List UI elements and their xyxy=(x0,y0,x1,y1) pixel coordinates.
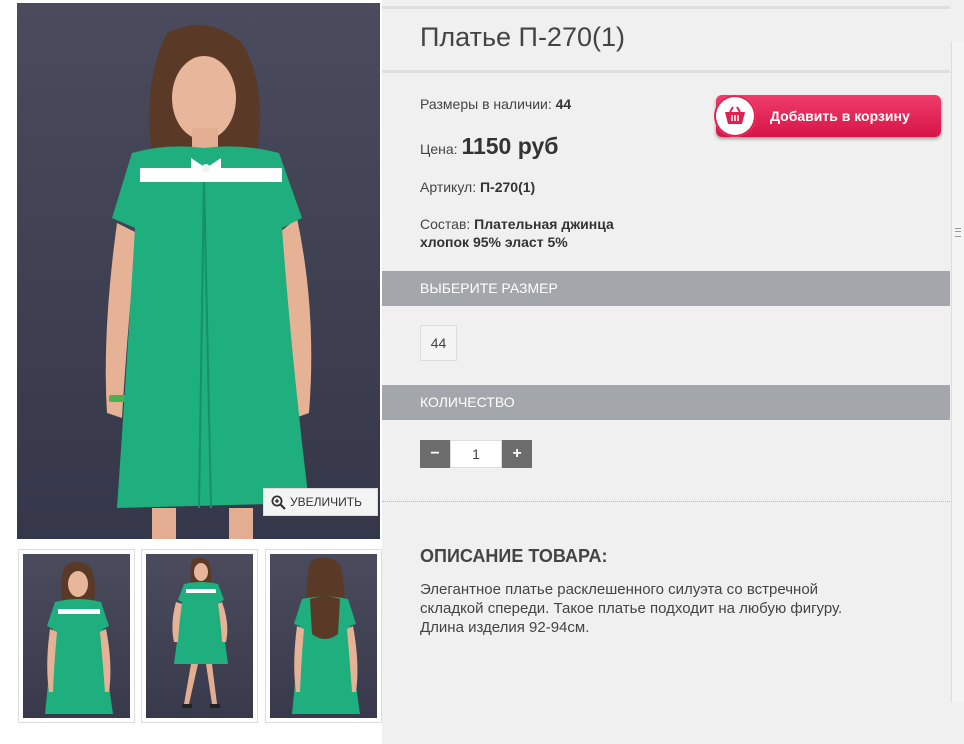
sku-value: П-270(1) xyxy=(479,179,536,195)
sizes-label: Размеры в наличии: xyxy=(420,96,552,112)
composition-label: Состав: xyxy=(420,216,471,232)
price: Цена: 1150 руб xyxy=(420,133,558,160)
size-section-header: ВЫБЕРИТЕ РАЗМЕР xyxy=(382,271,950,306)
description-line: Длина изделия 92-94см. xyxy=(420,619,590,636)
basket-icon xyxy=(714,95,756,137)
description-title: ОПИСАНИЕ ТОВАРА: xyxy=(420,546,608,566)
divider xyxy=(382,501,950,502)
quantity-increase-button[interactable]: + xyxy=(502,440,532,468)
quantity-section-header: КОЛИЧЕСТВО xyxy=(382,385,950,420)
scrollbar[interactable] xyxy=(951,42,964,702)
sku-label: Артикул: xyxy=(420,179,477,195)
sku: Артикул: П-270(1) xyxy=(420,179,535,195)
composition-value: Плательная джинца xyxy=(474,216,614,232)
price-label: Цена: xyxy=(420,141,458,157)
description-line: Элегантное платье расклешенного силуэта … xyxy=(420,581,819,598)
thumbnail-back-image xyxy=(292,557,360,714)
main-product-photo[interactable] xyxy=(17,3,380,539)
magnifier-plus-icon xyxy=(271,495,286,510)
zoom-label: УВЕЛИЧИТЬ xyxy=(290,495,362,509)
product-details: Платье П-270(1) Размеры в наличии: 44 Це… xyxy=(382,0,964,744)
size-option-44[interactable]: 44 xyxy=(420,325,457,361)
page-title: Платье П-270(1) xyxy=(420,22,625,52)
scroll-grip-icon[interactable] xyxy=(955,228,961,237)
add-to-cart-label: Добавить в корзину xyxy=(770,108,910,124)
product-gallery: УВЕЛИЧИТЬ xyxy=(0,0,382,744)
price-value: 1150 руб xyxy=(461,133,559,159)
thumbnail-front[interactable] xyxy=(18,549,135,723)
sizes-value: 44 xyxy=(555,96,572,112)
quantity-decrease-button[interactable]: − xyxy=(420,440,450,468)
quantity-input[interactable] xyxy=(450,440,502,468)
composition-value-2: хлопок 95% эласт 5% xyxy=(420,234,568,250)
composition: Состав: Плательная джинца хлопок 95% эла… xyxy=(420,215,614,251)
description-text: Элегантное платье расклешенного силуэта … xyxy=(420,580,910,637)
thumbnail-back[interactable] xyxy=(265,549,382,723)
add-to-cart-button[interactable]: Добавить в корзину xyxy=(714,95,941,137)
thumbnail-full-length-image xyxy=(172,557,228,708)
thumbnail-full-length[interactable] xyxy=(141,549,258,723)
divider xyxy=(382,70,950,73)
zoom-button[interactable]: УВЕЛИЧИТЬ xyxy=(263,488,378,516)
model-in-dress-image xyxy=(105,25,312,539)
thumbnail-front-image xyxy=(45,561,113,714)
sizes-available: Размеры в наличии: 44 xyxy=(420,96,571,112)
divider xyxy=(382,6,950,9)
description-line: складкой спереди. Такое платье подходит … xyxy=(420,600,843,617)
